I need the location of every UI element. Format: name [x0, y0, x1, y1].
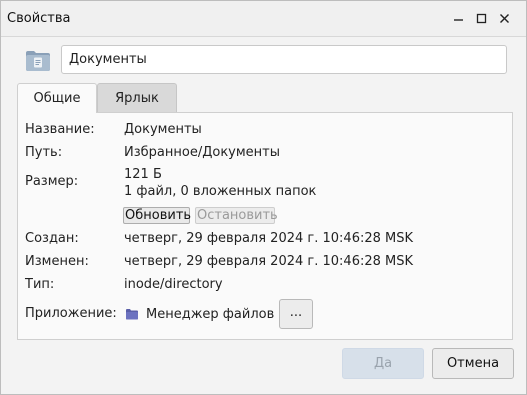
- application-label: Приложение:: [25, 306, 117, 321]
- type-value: inode/directory: [124, 277, 223, 292]
- path-value: Избранное/Документы: [124, 145, 280, 160]
- created-value: четверг, 29 февраля 2024 г. 10:46:28 MSK: [124, 231, 414, 246]
- maximize-icon[interactable]: [474, 11, 490, 27]
- folder-document-icon: [25, 48, 51, 72]
- refresh-button[interactable]: Обновить: [123, 207, 191, 224]
- name-field[interactable]: Документы: [61, 45, 507, 74]
- size-detail: 1 файл, 0 вложенных папок: [124, 184, 317, 199]
- properties-dialog: Свойства Документы Общие Ярлык Название:…: [0, 0, 527, 395]
- file-manager-icon: [125, 307, 139, 321]
- application-value: Менеджер файлов: [146, 307, 275, 322]
- name-value: Документы: [124, 122, 202, 137]
- tab-general[interactable]: Общие: [17, 83, 97, 113]
- tab-shortcut[interactable]: Ярлык: [97, 83, 177, 112]
- modified-value: четверг, 29 февраля 2024 г. 10:46:28 MSK: [124, 254, 414, 269]
- modified-label: Изменен:: [25, 254, 89, 269]
- name-label: Название:: [25, 122, 95, 137]
- type-label: Тип:: [25, 277, 55, 292]
- minimize-icon[interactable]: [451, 11, 467, 27]
- window-title: Свойства: [7, 11, 71, 26]
- size-label: Размер:: [25, 174, 79, 189]
- stop-button[interactable]: Остановить: [195, 207, 278, 224]
- ok-button[interactable]: Да: [342, 348, 424, 379]
- title-bar: Свойства: [1, 1, 526, 37]
- path-label: Путь:: [25, 145, 63, 160]
- close-icon[interactable]: [497, 11, 513, 27]
- choose-application-button[interactable]: ...: [279, 299, 313, 329]
- cancel-button[interactable]: Отмена: [432, 348, 514, 379]
- size-value: 121 Б: [124, 167, 162, 182]
- created-label: Создан:: [25, 231, 79, 246]
